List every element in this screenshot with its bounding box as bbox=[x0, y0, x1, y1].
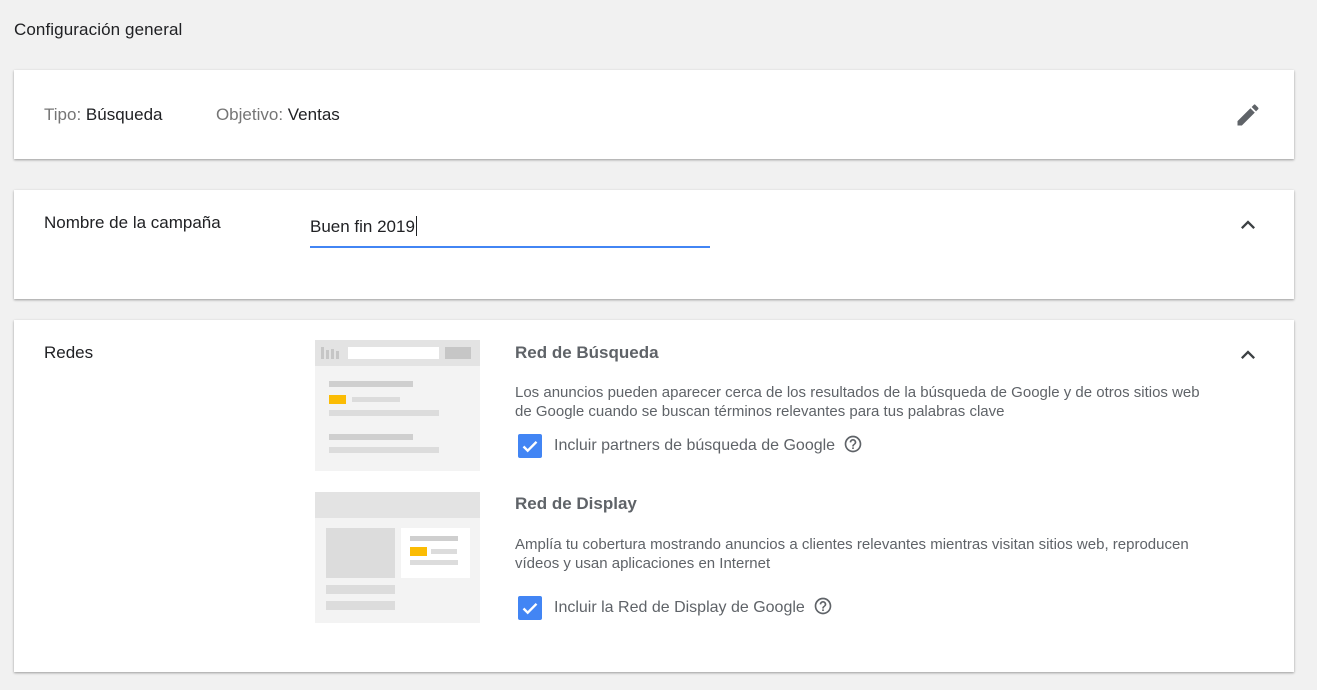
campaign-name-value: Buen fin 2019 bbox=[310, 217, 415, 236]
campaign-name-label: Nombre de la campaña bbox=[44, 213, 221, 232]
collapse-networks-button[interactable] bbox=[1234, 341, 1262, 369]
search-network-title: Red de Búsqueda bbox=[515, 343, 659, 362]
help-icon[interactable] bbox=[813, 596, 833, 616]
search-partners-label: Incluir partners de búsqueda de Google bbox=[554, 437, 836, 454]
checkmark-icon bbox=[522, 440, 538, 453]
edit-button[interactable] bbox=[1234, 101, 1262, 129]
text-caret bbox=[415, 216, 417, 236]
campaign-summary-card: Tipo: Búsqueda Objetivo: Ventas bbox=[14, 70, 1294, 159]
networks-label: Redes bbox=[44, 343, 94, 362]
campaign-name-input[interactable]: Buen fin 2019 bbox=[310, 212, 710, 248]
display-network-label: Incluir la Red de Display de Google bbox=[554, 599, 805, 616]
campaign-name-card: Nombre de la campaña Buen fin 2019 bbox=[14, 190, 1294, 299]
display-network-description: Amplía tu cobertura mostrando anuncios a… bbox=[515, 536, 1189, 572]
display-network-title: Red de Display bbox=[515, 494, 637, 513]
chevron-up-icon bbox=[1241, 350, 1255, 359]
type-value: Búsqueda bbox=[85, 105, 163, 124]
search-network-description: Los anuncios pueden aparecer cerca de lo… bbox=[515, 384, 1200, 420]
display-network-checkbox[interactable] bbox=[518, 596, 542, 620]
collapse-name-button[interactable] bbox=[1234, 211, 1262, 239]
pencil-icon bbox=[1237, 104, 1259, 126]
display-network-illustration bbox=[315, 492, 480, 623]
type-label: Tipo: bbox=[44, 105, 82, 124]
goal-value: Ventas bbox=[287, 105, 340, 124]
checkmark-icon bbox=[522, 602, 538, 615]
networks-card: Redes Red de Búsqueda Los anuncios puede… bbox=[14, 320, 1294, 672]
help-icon[interactable] bbox=[843, 434, 863, 454]
display-network-checkbox-row[interactable]: Incluir la Red de Display de Google bbox=[518, 596, 833, 620]
search-network-illustration bbox=[315, 340, 480, 471]
chevron-up-icon bbox=[1241, 220, 1255, 229]
goal-label: Objetivo: bbox=[215, 105, 284, 124]
search-partners-checkbox[interactable] bbox=[518, 434, 542, 458]
page-title: Configuración general bbox=[14, 20, 183, 39]
search-partners-checkbox-row[interactable]: Incluir partners de búsqueda de Google bbox=[518, 434, 863, 458]
summary-row: Tipo: Búsqueda Objetivo: Ventas bbox=[44, 105, 340, 125]
